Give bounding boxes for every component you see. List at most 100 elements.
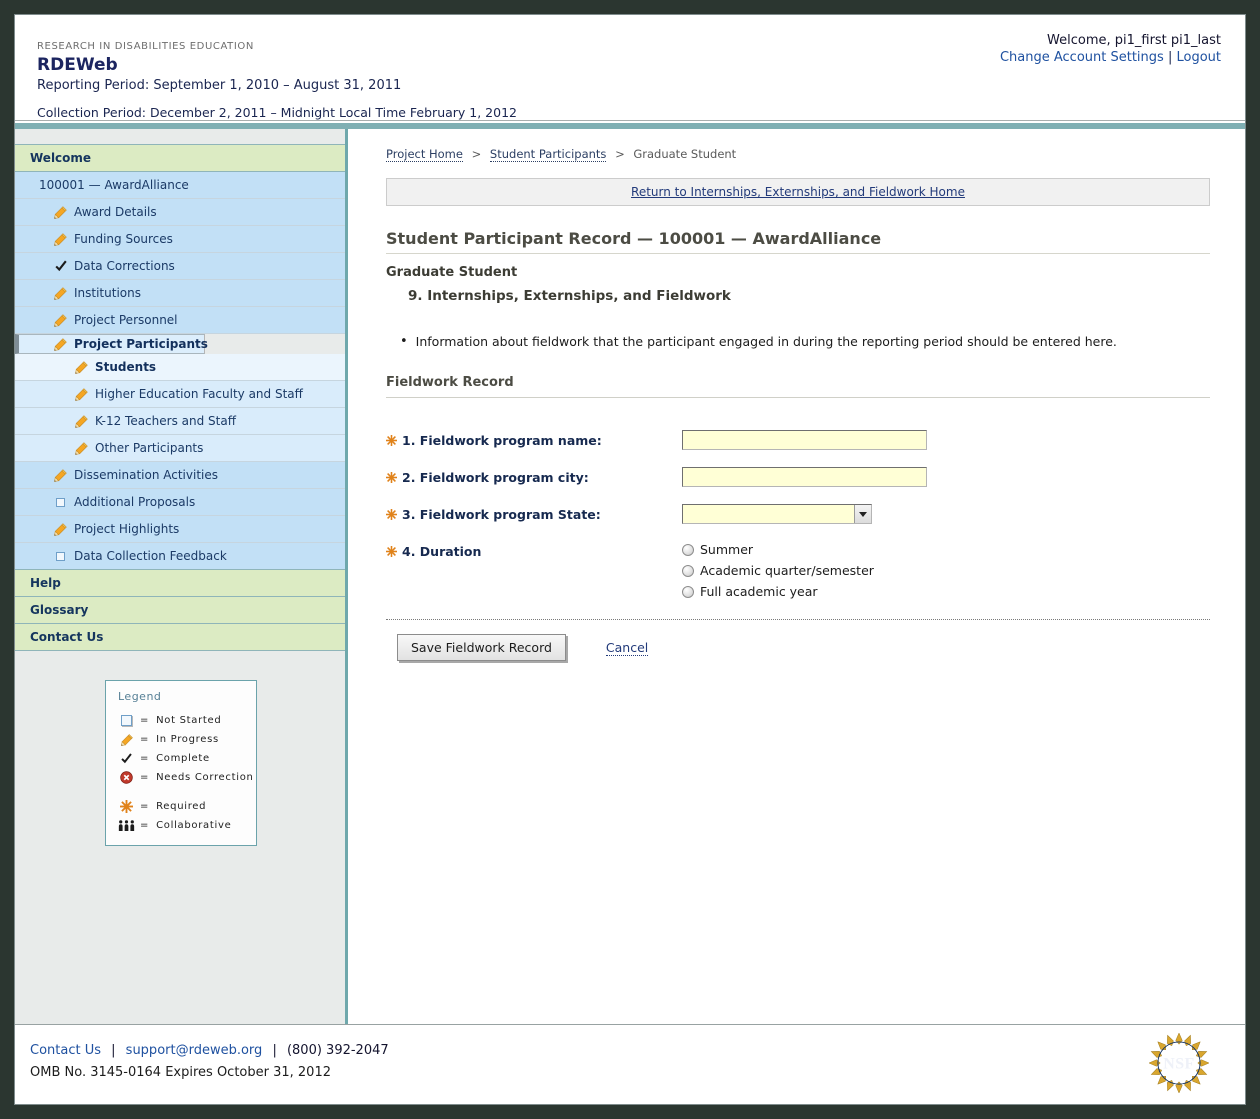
- duration-option-academic-quarter[interactable]: Academic quarter/semester: [682, 563, 874, 578]
- people-icon: [118, 819, 135, 832]
- field-label: 3. Fieldwork program State:: [386, 504, 682, 522]
- app-window: RESEARCH IN DISABILITIES EDUCATION RDEWe…: [14, 14, 1246, 1105]
- form-divider: [386, 619, 1210, 620]
- required-star-icon: [386, 508, 397, 519]
- pencil-icon: [74, 360, 89, 375]
- sidebar-item-additional-proposals[interactable]: Additional Proposals: [15, 489, 345, 516]
- required-star-icon: [386, 471, 397, 482]
- links-separator: |: [1168, 50, 1172, 65]
- legend-item-in-progress: = In Progress: [106, 730, 256, 749]
- desktop-background: RESEARCH IN DISABILITIES EDUCATION RDEWe…: [0, 0, 1260, 1119]
- section-title: 9. Internships, Externships, and Fieldwo…: [408, 288, 1210, 304]
- pencil-icon: [53, 232, 68, 247]
- sidebar-item-students[interactable]: Students: [15, 354, 345, 381]
- radio-button[interactable]: [682, 586, 694, 598]
- form-actions: Save Fieldwork Record Cancel: [397, 634, 1210, 661]
- sidebar-item-project-participants[interactable]: Project Participants: [15, 334, 205, 354]
- legend-item-complete: = Complete: [106, 749, 256, 768]
- sidebar-item-k12-teachers-staff[interactable]: K-12 Teachers and Staff: [15, 408, 345, 435]
- not-started-square-icon: [53, 495, 68, 510]
- form-row-program-state: 3. Fieldwork program State:: [386, 504, 1210, 524]
- legend-item-collaborative: = Collaborative: [106, 816, 256, 835]
- sidebar-item-funding-sources[interactable]: Funding Sources: [15, 226, 345, 253]
- form-row-program-name: 1. Fieldwork program name:: [386, 430, 1210, 450]
- footer-email-link[interactable]: support@rdeweb.org: [126, 1043, 263, 1058]
- nsf-logo: NSF: [1149, 1033, 1209, 1093]
- app-header: RESEARCH IN DISABILITIES EDUCATION RDEWe…: [15, 15, 1245, 121]
- error-icon: [118, 771, 135, 784]
- breadcrumb-student-participants-link[interactable]: Student Participants: [490, 147, 606, 162]
- not-started-square-icon: [118, 715, 135, 726]
- sidebar-item-other-participants[interactable]: Other Participants: [15, 435, 345, 462]
- duration-option-summer[interactable]: Summer: [682, 542, 874, 557]
- duration-radio-group: Summer Academic quarter/semester Full ac…: [682, 541, 874, 599]
- footer-omb-line: OMB No. 3145-0164 Expires October 31, 20…: [30, 1065, 1221, 1080]
- sidebar-item-data-corrections[interactable]: Data Corrections: [15, 253, 345, 280]
- sidebar-item-data-collection-feedback[interactable]: Data Collection Feedback: [15, 543, 345, 570]
- sidebar-item-project-personnel[interactable]: Project Personnel: [15, 307, 345, 334]
- required-star-icon: [118, 800, 135, 813]
- sidebar-item-help[interactable]: Help: [15, 570, 345, 597]
- footer-contact-line: Contact Us | support@rdeweb.org | (800) …: [30, 1043, 1221, 1058]
- sidebar-item-dissemination-activities[interactable]: Dissemination Activities: [15, 462, 345, 489]
- pencil-icon: [53, 286, 68, 301]
- chevron-down-icon: [859, 512, 867, 517]
- nsf-logo-text: NSF: [1163, 1056, 1195, 1073]
- check-icon: [118, 752, 135, 765]
- sidebar-item-higher-ed-faculty-staff[interactable]: Higher Education Faculty and Staff: [15, 381, 345, 408]
- breadcrumb: Project Home > Student Participants > Gr…: [386, 147, 1210, 161]
- sidebar-item-award-100001[interactable]: 100001 — AwardAlliance: [15, 172, 345, 199]
- sidebar-item-award-details[interactable]: Award Details: [15, 199, 345, 226]
- radio-button[interactable]: [682, 544, 694, 556]
- radio-button[interactable]: [682, 565, 694, 577]
- cancel-link[interactable]: Cancel: [606, 640, 648, 656]
- sidebar-item-project-highlights[interactable]: Project Highlights: [15, 516, 345, 543]
- form-heading: Fieldwork Record: [386, 375, 1210, 398]
- logout-link[interactable]: Logout: [1176, 50, 1221, 65]
- app-footer: Contact Us | support@rdeweb.org | (800) …: [15, 1024, 1245, 1104]
- fieldwork-program-city-input[interactable]: [682, 467, 927, 487]
- change-account-settings-link[interactable]: Change Account Settings: [1000, 50, 1164, 65]
- field-label: 2. Fieldwork program city:: [386, 467, 682, 485]
- fieldwork-program-state-select[interactable]: [682, 504, 872, 524]
- sidebar-nav: Welcome 100001 — AwardAlliance Award Det…: [15, 144, 345, 651]
- sidebar: Welcome 100001 — AwardAlliance Award Det…: [15, 129, 348, 1024]
- return-bar: Return to Internships, Externships, and …: [386, 178, 1210, 206]
- duration-option-full-year[interactable]: Full academic year: [682, 584, 874, 599]
- sidebar-item-institutions[interactable]: Institutions: [15, 280, 345, 307]
- required-star-icon: [386, 434, 397, 445]
- field-label: 4. Duration: [386, 541, 682, 559]
- breadcrumb-project-home-link[interactable]: Project Home: [386, 147, 463, 162]
- pencil-icon: [53, 313, 68, 328]
- pencil-icon: [74, 387, 89, 402]
- save-fieldwork-record-button[interactable]: Save Fieldwork Record: [397, 634, 566, 661]
- welcome-text: Welcome, pi1_first pi1_last: [1000, 33, 1221, 48]
- student-type-heading: Graduate Student: [386, 265, 1210, 280]
- legend-item-not-started: = Not Started: [106, 711, 256, 730]
- form-row-program-city: 2. Fieldwork program city:: [386, 467, 1210, 487]
- legend-title: Legend: [118, 690, 256, 703]
- required-star-icon: [386, 545, 397, 556]
- sidebar-item-glossary[interactable]: Glossary: [15, 597, 345, 624]
- field-label: 1. Fieldwork program name:: [386, 430, 682, 448]
- fieldwork-program-name-input[interactable]: [682, 430, 927, 450]
- breadcrumb-current: Graduate Student: [633, 147, 736, 161]
- pencil-icon: [53, 522, 68, 537]
- account-area: Welcome, pi1_first pi1_last Change Accou…: [1000, 33, 1221, 65]
- pencil-icon: [74, 441, 89, 456]
- bullet: •: [400, 334, 408, 349]
- footer-contact-us-link[interactable]: Contact Us: [30, 1043, 101, 1058]
- footer-phone: (800) 392-2047: [287, 1043, 389, 1058]
- pencil-icon: [118, 733, 135, 747]
- pencil-icon: [53, 337, 68, 352]
- return-home-link[interactable]: Return to Internships, Externships, and …: [631, 185, 965, 199]
- reporting-period: Reporting Period: September 1, 2010 – Au…: [37, 78, 1221, 93]
- select-value: [683, 505, 854, 523]
- sidebar-item-welcome[interactable]: Welcome: [15, 145, 345, 172]
- fieldwork-form: 1. Fieldwork program name: 2. Fieldwork …: [386, 430, 1210, 599]
- collection-period: Collection Period: December 2, 2011 – Mi…: [37, 105, 1221, 120]
- info-note: • Information about fieldwork that the p…: [400, 334, 1210, 349]
- legend: Legend = Not Started = In Progress =: [105, 680, 257, 846]
- sidebar-item-contact-us[interactable]: Contact Us: [15, 624, 345, 651]
- select-dropdown-button[interactable]: [854, 505, 871, 523]
